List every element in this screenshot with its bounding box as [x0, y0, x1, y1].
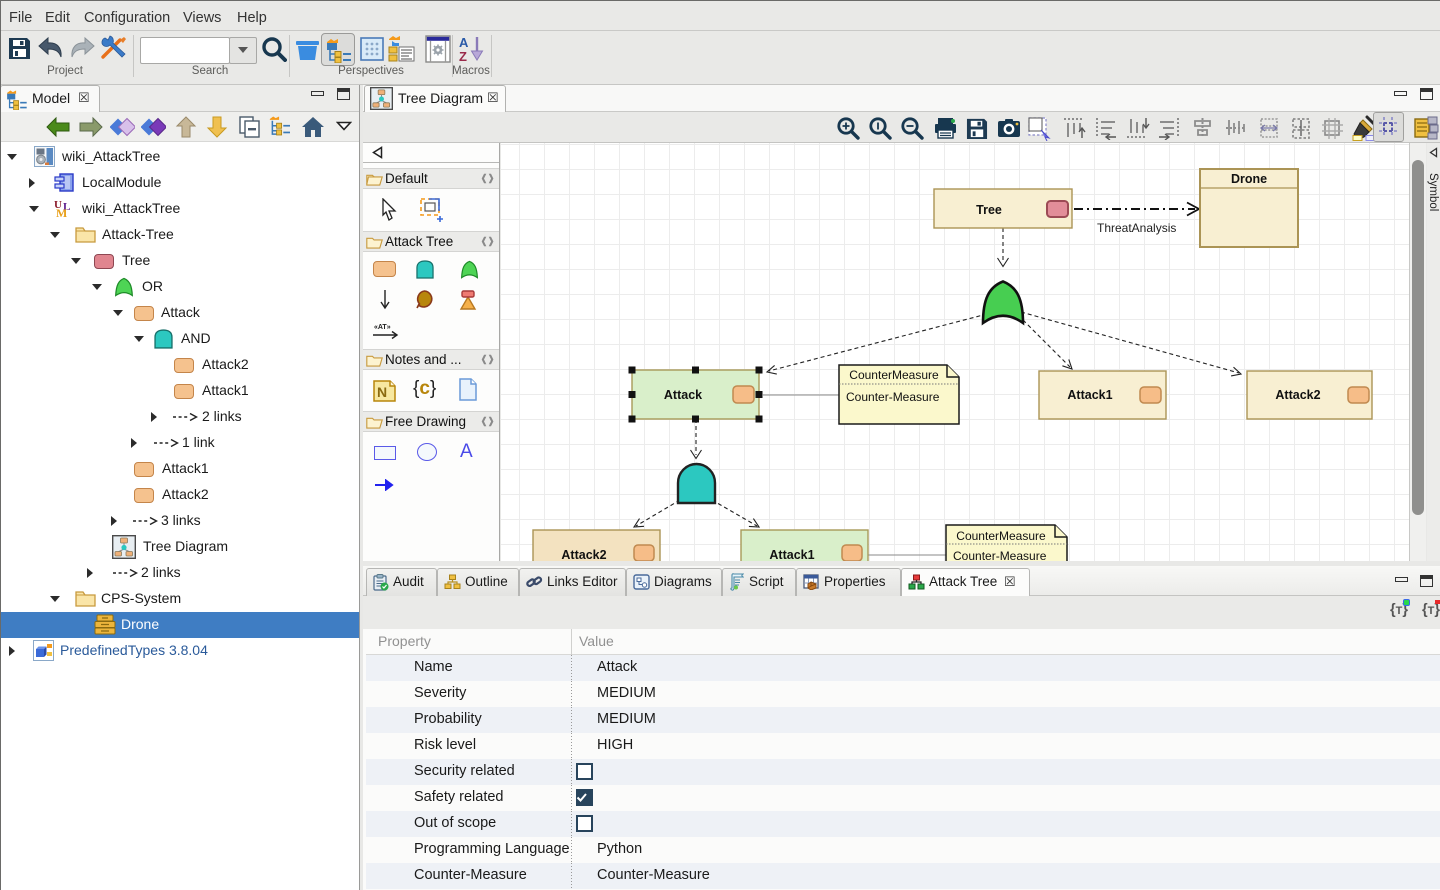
svg-text:Attack: Attack: [664, 388, 702, 402]
svg-text:N: N: [377, 384, 387, 400]
svg-text:CounterMeasure: CounterMeasure: [956, 529, 1046, 543]
svg-text:A: A: [459, 35, 469, 50]
svg-text:Attack2: Attack2: [561, 548, 606, 561]
svg-text:Counter-Measure: Counter-Measure: [846, 390, 940, 404]
svg-text:ThreatAnalysis: ThreatAnalysis: [1097, 221, 1176, 235]
svg-text:Attack2: Attack2: [1275, 388, 1320, 402]
svg-text:«AT»: «AT»: [374, 324, 391, 331]
svg-text:Z: Z: [459, 49, 467, 63]
svg-text:Counter-Measure: Counter-Measure: [953, 549, 1047, 561]
svg-text:Tree: Tree: [976, 203, 1002, 217]
svg-text:Attack1: Attack1: [1067, 388, 1112, 402]
svg-text:CounterMeasure: CounterMeasure: [849, 368, 939, 382]
svg-text:M: M: [56, 206, 67, 219]
svg-text:Attack1: Attack1: [769, 548, 814, 561]
svg-text:Drone: Drone: [1231, 172, 1267, 186]
